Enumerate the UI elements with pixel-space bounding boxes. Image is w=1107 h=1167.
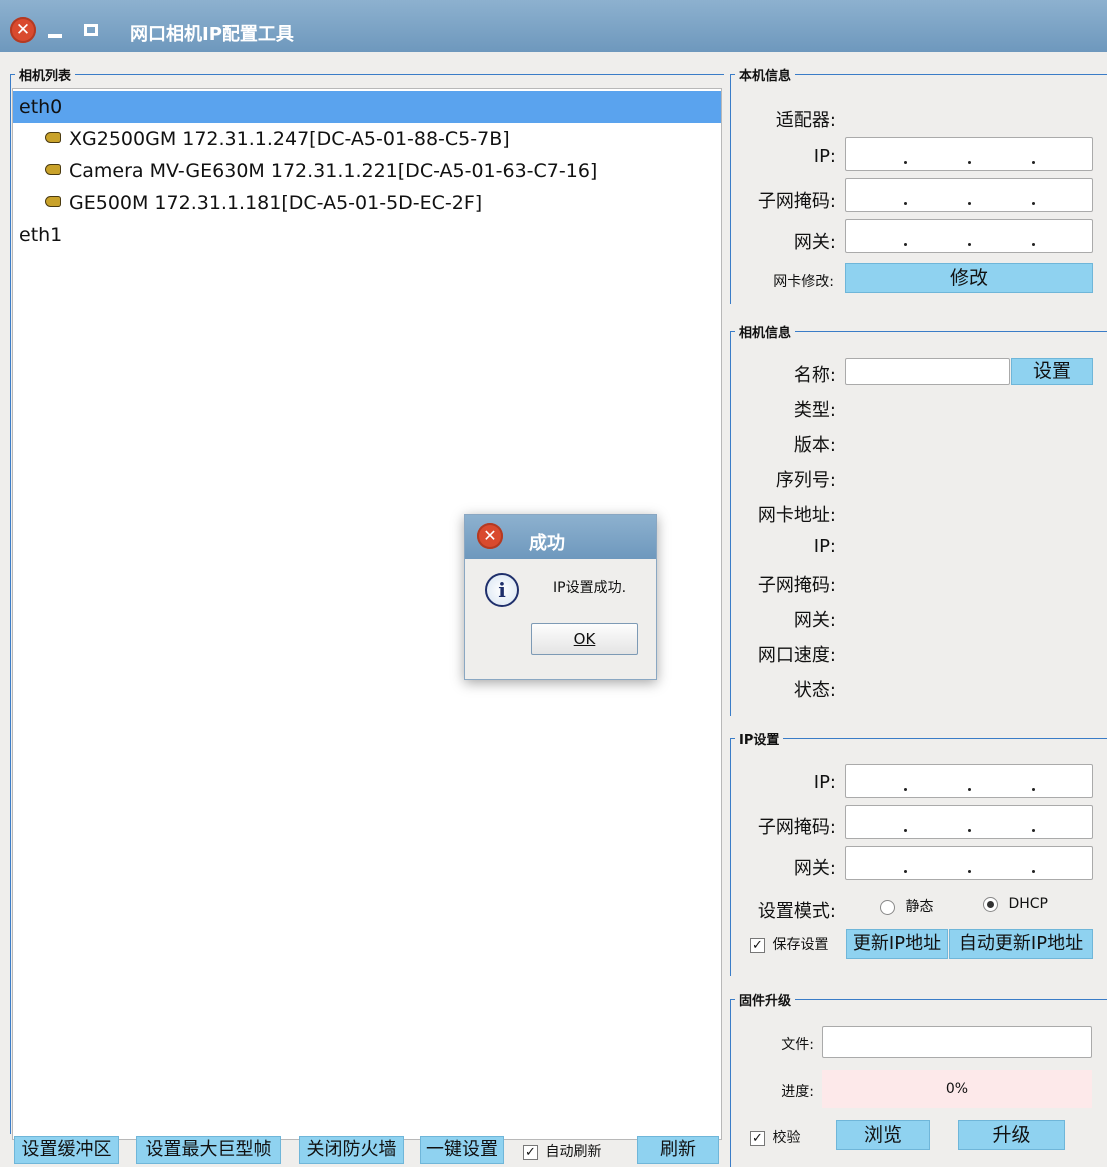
checkbox-checked-icon: ✓ <box>523 1144 538 1160</box>
radio-selected-icon <box>983 896 998 912</box>
set-name-button[interactable]: 设置 <box>1011 358 1093 385</box>
static-radio[interactable]: 静态 <box>880 896 933 916</box>
auto-refresh-label: 自动刷新 <box>545 1144 602 1160</box>
camera-version-label: 版本: <box>793 435 836 456</box>
camera-ip-label: IP: <box>813 536 836 557</box>
ip-settings-ip-input[interactable] <box>845 764 1093 798</box>
checkbox-checked-icon: ✓ <box>750 937 765 953</box>
local-gateway-input[interactable] <box>845 219 1093 253</box>
camera-icon <box>45 132 61 143</box>
static-radio-label: 静态 <box>905 899 934 915</box>
camera-name-input[interactable] <box>845 358 1010 385</box>
ip-settings-mask-label: 子网掩码: <box>757 817 836 838</box>
tree-item-camera[interactable]: GE500M 172.31.1.181[DC-A5-01-5D-EC-2F] <box>13 187 482 219</box>
minimize-window-icon[interactable] <box>48 34 62 38</box>
verify-checkbox[interactable]: ✓ 校验 <box>750 1127 800 1147</box>
tree-item-eth1[interactable]: eth1 <box>13 219 62 251</box>
camera-icon <box>45 196 61 207</box>
set-mode-label: 设置模式: <box>757 901 836 922</box>
update-ip-button[interactable]: 更新IP地址 <box>846 929 948 959</box>
dhcp-radio[interactable]: DHCP <box>983 896 1048 912</box>
modify-button[interactable]: 修改 <box>845 263 1093 293</box>
tree-item-camera[interactable]: XG2500GM 172.31.1.247[DC-A5-01-88-C5-7B] <box>13 123 510 155</box>
local-ip-label: IP: <box>813 146 836 167</box>
ip-settings-gateway-input[interactable] <box>845 846 1093 880</box>
camera-info-title: 相机信息 <box>735 322 796 341</box>
save-settings-checkbox[interactable]: ✓ 保存设置 <box>750 934 828 954</box>
tree-item-camera[interactable]: Camera MV-GE630M 172.31.1.221[DC-A5-01-6… <box>13 155 597 187</box>
close-firewall-button[interactable]: 关闭防火墙 <box>299 1136 404 1164</box>
camera-serial-label: 序列号: <box>775 470 836 491</box>
dialog-message: IP设置成功. <box>553 580 627 596</box>
adapter-label: 适配器: <box>775 110 836 131</box>
camera-speed-label: 网口速度: <box>757 645 836 666</box>
upgrade-progress-bar: 0% <box>822 1070 1092 1108</box>
ip-settings-mask-input[interactable] <box>845 805 1093 839</box>
firmware-title: 固件升级 <box>735 990 796 1009</box>
tree-item-label: eth0 <box>19 96 63 118</box>
upgrade-button[interactable]: 升级 <box>958 1120 1065 1150</box>
ip-settings-ip-label: IP: <box>813 772 836 793</box>
camera-icon <box>45 164 61 175</box>
nic-modify-label: 网卡修改: <box>773 274 834 290</box>
ip-settings-title: IP设置 <box>735 729 784 748</box>
dialog-close-icon[interactable]: ✕ <box>477 523 503 549</box>
auto-refresh-checkbox[interactable]: ✓ 自动刷新 <box>523 1141 601 1161</box>
window-title-bar: ✕ 网口相机IP配置工具 <box>0 0 1107 52</box>
dialog-title: 成功 <box>529 533 565 554</box>
dialog-title-bar: ✕ 成功 <box>465 515 656 559</box>
tree-item-label: Camera MV-GE630M 172.31.1.221[DC-A5-01-6… <box>69 160 598 182</box>
auto-update-ip-button[interactable]: 自动更新IP地址 <box>949 929 1093 959</box>
tree-item-label: XG2500GM 172.31.1.247[DC-A5-01-88-C5-7B] <box>69 128 510 150</box>
camera-list-title: 相机列表 <box>15 65 76 84</box>
set-buffer-button[interactable]: 设置缓冲区 <box>14 1136 119 1164</box>
camera-mask-label: 子网掩码: <box>757 575 836 596</box>
ip-settings-gateway-label: 网关: <box>793 858 836 879</box>
progress-label: 进度: <box>781 1084 814 1100</box>
browse-button[interactable]: 浏览 <box>836 1120 930 1150</box>
firmware-file-input[interactable] <box>822 1026 1092 1058</box>
checkbox-checked-icon: ✓ <box>750 1130 765 1146</box>
radio-icon <box>880 899 895 915</box>
tree-item-label: GE500M 172.31.1.181[DC-A5-01-5D-EC-2F] <box>69 192 483 214</box>
tree-item-label: eth1 <box>19 224 63 246</box>
verify-label: 校验 <box>772 1130 801 1146</box>
set-jumbo-frame-button[interactable]: 设置最大巨型帧 <box>136 1136 281 1164</box>
local-gateway-label: 网关: <box>793 232 836 253</box>
camera-status-label: 状态: <box>793 680 836 701</box>
local-mask-label: 子网掩码: <box>757 191 836 212</box>
local-ip-input[interactable] <box>845 137 1093 171</box>
close-window-icon[interactable]: ✕ <box>10 17 36 43</box>
file-label: 文件: <box>781 1037 814 1053</box>
success-dialog: ✕ 成功 i IP设置成功. OK <box>464 514 657 680</box>
save-settings-label: 保存设置 <box>772 937 829 953</box>
camera-name-label: 名称: <box>793 365 836 386</box>
local-mask-input[interactable] <box>845 178 1093 212</box>
tree-item-eth0[interactable]: eth0 <box>13 91 721 123</box>
dialog-ok-button[interactable]: OK <box>531 623 638 655</box>
dhcp-radio-label: DHCP <box>1008 896 1048 912</box>
window-title: 网口相机IP配置工具 <box>130 24 294 45</box>
maximize-window-icon[interactable] <box>84 24 98 36</box>
local-info-title: 本机信息 <box>735 65 796 84</box>
info-icon: i <box>485 573 519 607</box>
one-key-setup-button[interactable]: 一键设置 <box>420 1136 504 1164</box>
camera-mac-label: 网卡地址: <box>757 505 836 526</box>
refresh-button[interactable]: 刷新 <box>637 1136 719 1164</box>
camera-type-label: 类型: <box>793 400 836 421</box>
camera-gateway-label: 网关: <box>793 610 836 631</box>
ok-button-label: OK <box>573 630 596 648</box>
